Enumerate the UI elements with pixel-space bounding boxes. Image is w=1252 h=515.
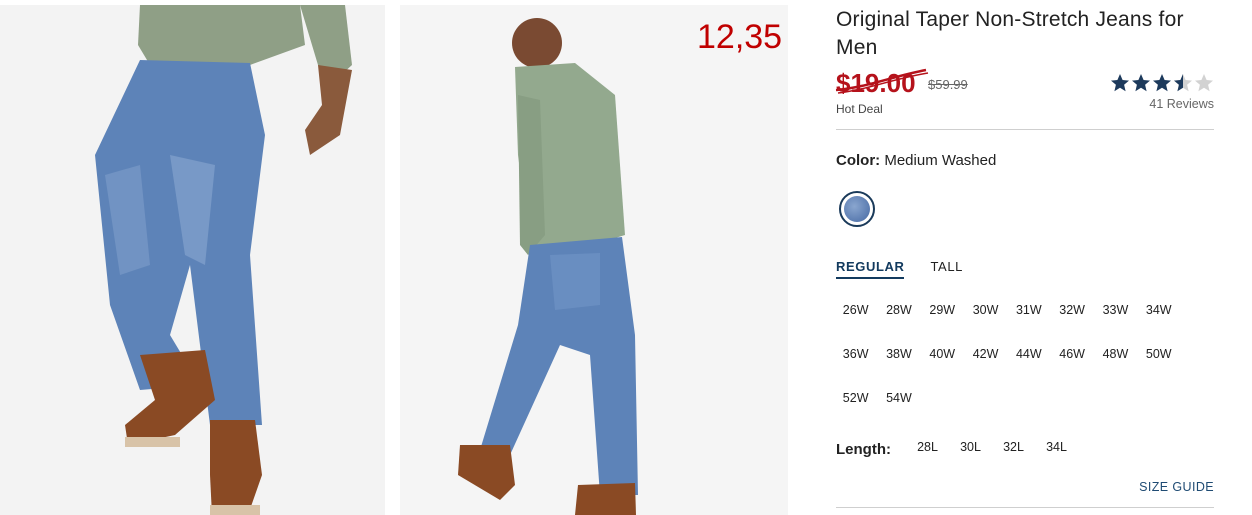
length-options: 28L 30L 32L 34L [906, 440, 1078, 454]
product-image-front[interactable] [0, 5, 385, 515]
sale-price: $19.00 [836, 68, 916, 98]
star-filled-icon [1111, 74, 1129, 92]
divider [836, 129, 1214, 130]
color-row: Color: Medium Washed [836, 152, 996, 169]
size-option[interactable]: 38W [877, 339, 920, 383]
color-value: Medium Washed [884, 152, 997, 169]
product-details-panel: Original Taper Non-Stretch Jeans for Men… [834, 0, 1214, 515]
size-option[interactable]: 44W [1007, 339, 1050, 383]
overlay-price-annotation: 12,35 [697, 18, 783, 56]
star-empty-icon [1195, 74, 1213, 92]
size-option[interactable]: 36W [834, 339, 877, 383]
size-option[interactable]: 54W [877, 383, 920, 427]
fit-tabs: REGULAR TALL [836, 259, 963, 279]
size-option[interactable]: 28W [877, 295, 920, 339]
size-option[interactable]: 26W [834, 295, 877, 339]
length-option[interactable]: 32L [992, 440, 1035, 454]
rating-stars[interactable] [1110, 73, 1214, 93]
size-option[interactable]: 50W [1137, 339, 1180, 383]
color-swatch-medium-washed[interactable] [839, 191, 875, 227]
length-option[interactable]: 34L [1035, 440, 1078, 454]
size-option[interactable]: 31W [1007, 295, 1050, 339]
size-option[interactable]: 29W [921, 295, 964, 339]
size-option[interactable]: 30W [964, 295, 1007, 339]
swatch-fill [844, 196, 870, 222]
color-label: Color: [836, 152, 881, 169]
original-price: $59.99 [928, 77, 968, 92]
size-option[interactable]: 48W [1094, 339, 1137, 383]
deal-label: Hot Deal [836, 102, 883, 116]
size-grid: 26W 28W 29W 30W 31W 32W 33W 34W 36W 38W … [834, 295, 1184, 427]
size-option[interactable]: 34W [1137, 295, 1180, 339]
size-option[interactable]: 46W [1050, 339, 1093, 383]
product-title: Original Taper Non-Stretch Jeans for Men [836, 8, 1184, 59]
size-guide-link[interactable]: SIZE GUIDE [1139, 480, 1214, 494]
length-label: Length: [836, 441, 891, 458]
star-filled-icon [1153, 74, 1171, 92]
size-option[interactable]: 33W [1094, 295, 1137, 339]
size-option[interactable]: 52W [834, 383, 877, 427]
tab-tall[interactable]: TALL [930, 259, 963, 279]
size-option[interactable]: 40W [921, 339, 964, 383]
divider [836, 507, 1214, 508]
length-option[interactable]: 28L [906, 440, 949, 454]
length-option[interactable]: 30L [949, 440, 992, 454]
star-filled-icon [1132, 74, 1150, 92]
size-option[interactable]: 32W [1050, 295, 1093, 339]
size-option[interactable]: 42W [964, 339, 1007, 383]
reviews-link[interactable]: 41 Reviews [1149, 97, 1214, 111]
star-half-icon [1174, 74, 1192, 92]
tab-regular[interactable]: REGULAR [836, 259, 905, 279]
product-image-back[interactable] [400, 5, 788, 515]
